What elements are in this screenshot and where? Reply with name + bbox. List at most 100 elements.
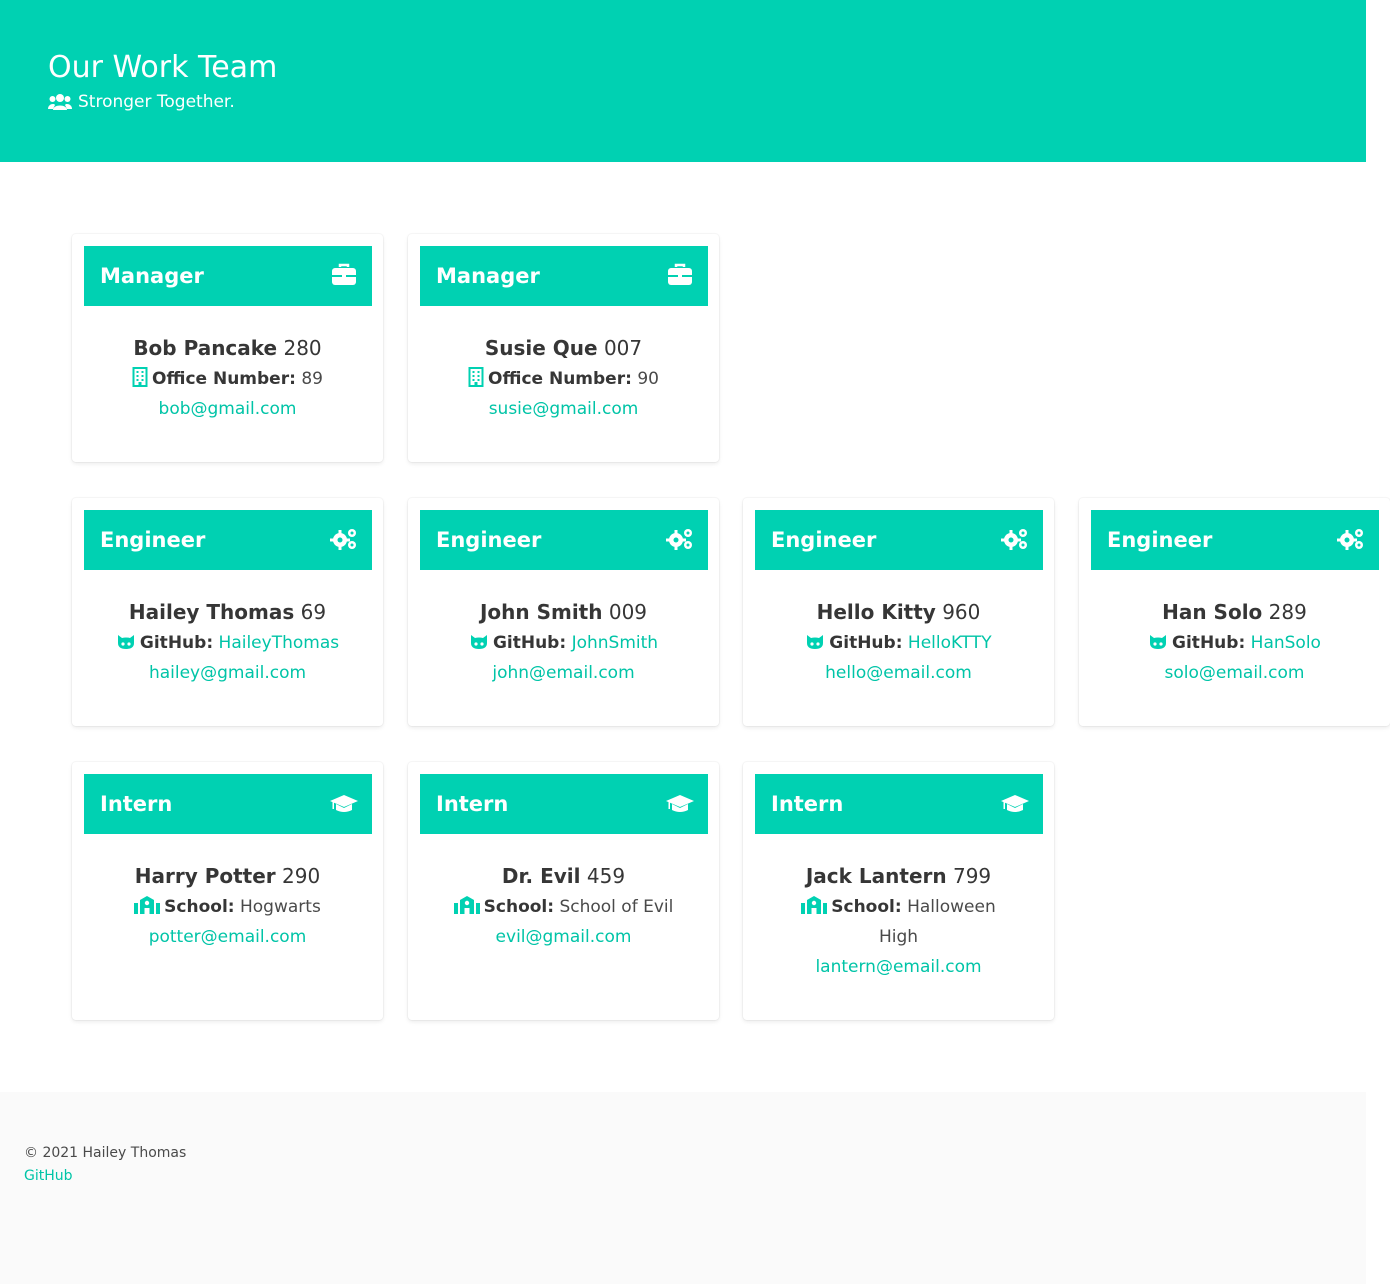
github-line: GitHub: HanSolo: [1091, 628, 1378, 658]
employee-name-line: Hailey Thomas 69: [84, 596, 371, 628]
school-name: School of Evil: [559, 897, 674, 917]
employee-name: Bob Pancake: [133, 336, 278, 360]
email-link[interactable]: hailey@gmail.com: [149, 663, 306, 683]
employee-id: 799: [952, 864, 992, 888]
page-title: Our Work Team: [48, 50, 278, 85]
employee-card: Engineer Han Solo 289 GitHub: HanSolo so…: [1079, 498, 1390, 726]
email-link[interactable]: solo@email.com: [1165, 663, 1305, 683]
email-link[interactable]: potter@email.com: [149, 927, 307, 947]
school-line: School: Hogwarts: [84, 892, 371, 922]
role-title: Intern: [771, 792, 844, 816]
briefcase-icon: [332, 263, 356, 285]
card-header: Manager: [84, 246, 372, 306]
employee-name: Hailey Thomas: [128, 600, 295, 624]
card-header: Manager: [420, 246, 708, 306]
role-title: Intern: [436, 792, 509, 816]
role-title: Engineer: [436, 528, 542, 552]
card-header: Engineer: [420, 510, 708, 570]
hero-banner: Our Work Team Stronger Together.: [0, 0, 1366, 162]
subtitle-text: Stronger Together.: [78, 92, 235, 112]
email-link[interactable]: susie@gmail.com: [489, 399, 639, 419]
employee-name-line: Susie Que 007: [420, 332, 707, 364]
employee-name-line: Hello Kitty 960: [755, 596, 1042, 628]
employee-id: 009: [608, 600, 648, 624]
card-body: Hello Kitty 960 GitHub: HelloKTTY hello@…: [755, 596, 1042, 688]
github-icon: [807, 635, 824, 649]
building-icon: [132, 367, 148, 387]
graduation-cap-icon: [666, 795, 694, 812]
email-link[interactable]: john@email.com: [492, 663, 634, 683]
email-link[interactable]: evil@gmail.com: [496, 927, 632, 947]
footer: © 2021 Hailey Thomas GitHub: [0, 1092, 1366, 1284]
github-link[interactable]: JohnSmith: [572, 633, 658, 653]
employee-name-line: Han Solo 289: [1091, 596, 1378, 628]
graduation-cap-icon: [330, 795, 358, 812]
card-header: Engineer: [755, 510, 1043, 570]
github-icon: [470, 635, 487, 649]
school-icon: [453, 896, 480, 914]
github-line: GitHub: HaileyThomas: [84, 628, 371, 658]
detail-label: GitHub:: [829, 633, 903, 653]
role-title: Manager: [100, 264, 204, 288]
employee-id: 69: [300, 600, 327, 624]
cogs-icon: [666, 529, 692, 550]
detail-label: School:: [831, 897, 902, 917]
employee-name-line: Dr. Evil 459: [420, 860, 707, 892]
email-link[interactable]: lantern@email.com: [815, 957, 981, 977]
github-footer-link[interactable]: GitHub: [24, 1165, 73, 1187]
employee-id: 459: [586, 864, 626, 888]
detail-label: Office Number:: [152, 369, 296, 389]
users-icon: [48, 94, 72, 110]
card-body: Jack Lantern 799 School: Halloween High …: [755, 860, 1042, 982]
card-body: Hailey Thomas 69 GitHub: HaileyThomas ha…: [84, 596, 371, 688]
detail-label: School:: [483, 897, 555, 917]
school-name: Hogwarts: [240, 897, 321, 917]
office-number-line: Office Number: 89: [84, 364, 371, 394]
employee-name: Hello Kitty: [816, 600, 936, 624]
building-icon: [468, 367, 484, 387]
card-header: Intern: [84, 774, 372, 834]
employee-name: Jack Lantern: [805, 864, 947, 888]
office-number: 90: [637, 369, 659, 389]
email-link[interactable]: hello@email.com: [825, 663, 972, 683]
card-header: Engineer: [84, 510, 372, 570]
briefcase-icon: [668, 263, 692, 285]
employee-card: Intern Harry Potter 290 School: Hogwarts…: [72, 762, 383, 1020]
card-body: Bob Pancake 280 Office Number: 89 bob@gm…: [84, 332, 371, 424]
employee-card: Manager Bob Pancake 280 Office Number: 8…: [72, 234, 383, 462]
github-link[interactable]: HelloKTTY: [908, 633, 992, 653]
employee-card: Engineer Hello Kitty 960 GitHub: HelloKT…: [743, 498, 1054, 726]
cogs-icon: [1337, 529, 1363, 550]
github-line: GitHub: HelloKTTY: [755, 628, 1042, 658]
github-line: GitHub: JohnSmith: [420, 628, 707, 658]
office-number: 89: [301, 369, 323, 389]
card-header: Intern: [755, 774, 1043, 834]
github-link[interactable]: HanSolo: [1251, 633, 1321, 653]
role-title: Engineer: [1107, 528, 1213, 552]
copyright-text: © 2021 Hailey Thomas: [24, 1145, 187, 1161]
card-body: Harry Potter 290 School: Hogwarts potter…: [84, 860, 371, 952]
employee-name: Susie Que: [484, 336, 598, 360]
employee-id: 007: [603, 336, 643, 360]
cogs-icon: [330, 529, 356, 550]
employee-name-line: Bob Pancake 280: [84, 332, 371, 364]
card-body: John Smith 009 GitHub: JohnSmith john@em…: [420, 596, 707, 688]
role-title: Intern: [100, 792, 173, 816]
card-header: Engineer: [1091, 510, 1379, 570]
graduation-cap-icon: [1001, 795, 1029, 812]
employee-card: Engineer Hailey Thomas 69 GitHub: Hailey…: [72, 498, 383, 726]
employee-card: Engineer John Smith 009 GitHub: JohnSmit…: [408, 498, 719, 726]
detail-label: GitHub:: [1172, 633, 1246, 653]
card-body: Susie Que 007 Office Number: 90 susie@gm…: [420, 332, 707, 424]
email-link[interactable]: bob@gmail.com: [159, 399, 297, 419]
employee-name: Han Solo: [1162, 600, 1263, 624]
employee-card: Intern Dr. Evil 459 School: School of Ev…: [408, 762, 719, 1020]
school-line: School: Halloween High: [755, 892, 1042, 952]
page-subtitle: Stronger Together.: [48, 90, 235, 114]
school-line: School: School of Evil: [420, 892, 707, 922]
github-icon: [1150, 635, 1167, 649]
role-title: Engineer: [771, 528, 877, 552]
employee-name-line: Harry Potter 290: [84, 860, 371, 892]
github-link[interactable]: HaileyThomas: [219, 633, 340, 653]
employee-id: 960: [942, 600, 981, 624]
